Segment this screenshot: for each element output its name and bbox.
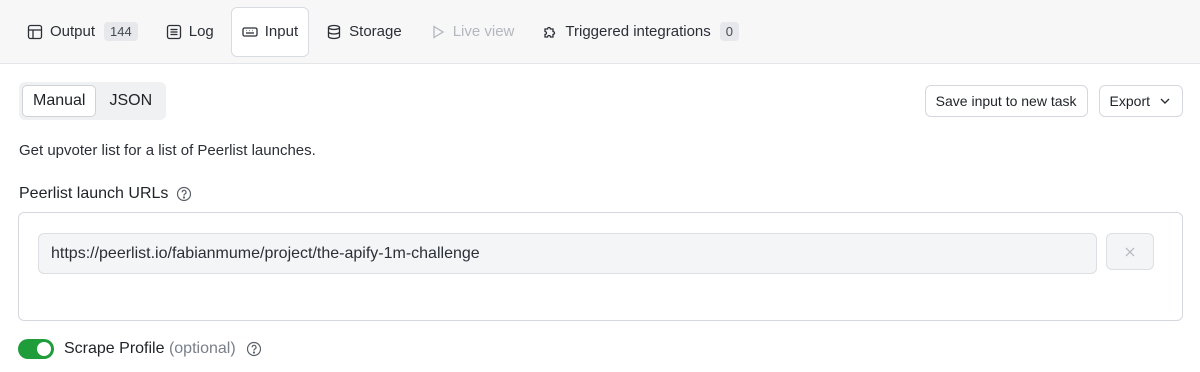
keyboard-icon (242, 26, 258, 37)
input-toolbar: Manual JSON Save input to new task Expor… (19, 82, 1183, 120)
list-icon (166, 24, 181, 39)
tab-storage-label: Storage (349, 23, 402, 40)
export-label: Export (1109, 93, 1150, 109)
puzzle-icon (544, 26, 556, 38)
integrations-count-badge: 0 (719, 22, 739, 41)
urls-field-label-text: Peerlist launch URLs (19, 185, 169, 202)
export-button[interactable]: Export (1098, 85, 1183, 117)
help-icon[interactable] (246, 341, 262, 357)
tab-input[interactable]: Input (230, 6, 310, 57)
actor-description: Get upvoter list for a list of Peerlist … (19, 142, 316, 159)
tab-storage[interactable]: Storage (315, 13, 413, 51)
tab-triggered-integrations[interactable]: Triggered integrations 0 (531, 13, 750, 51)
tab-bar: Output 144 Log Input Storage Live view T… (0, 0, 1200, 64)
urls-field-label: Peerlist launch URLs (19, 185, 192, 203)
url-input[interactable]: https://peerlist.io/fabianmume/project/t… (38, 233, 1097, 274)
close-icon (1125, 247, 1135, 256)
toggle-knob (37, 342, 51, 356)
tab-log-label: Log (188, 23, 214, 40)
toolbar-actions: Save input to new task Export (924, 85, 1183, 117)
url-input-value: https://peerlist.io/fabianmume/project/t… (51, 244, 480, 262)
scrape-profile-label: Scrape Profile (optional) (64, 340, 236, 358)
chevron-down-icon (1160, 98, 1170, 104)
scrape-profile-label-text: Scrape Profile (64, 340, 165, 357)
save-input-button[interactable]: Save input to new task (924, 85, 1088, 117)
scrape-profile-row: Scrape Profile (optional) (18, 339, 262, 359)
play-icon (433, 24, 444, 39)
tab-triggered-integrations-label: Triggered integrations (565, 23, 711, 40)
save-input-label: Save input to new task (935, 93, 1077, 109)
tab-log[interactable]: Log (155, 13, 225, 51)
remove-url-button[interactable] (1106, 233, 1154, 270)
help-icon[interactable] (176, 186, 192, 202)
table-icon (27, 24, 43, 39)
tab-input-label: Input (264, 23, 299, 40)
mode-json-button[interactable]: JSON (98, 85, 163, 117)
optional-label: (optional) (168, 340, 236, 357)
database-icon (327, 24, 341, 39)
tab-output-label: Output (50, 23, 96, 40)
input-mode-switch: Manual JSON (19, 82, 167, 120)
mode-manual-button[interactable]: Manual (22, 85, 97, 117)
output-count-badge: 144 (104, 22, 138, 41)
tab-output[interactable]: Output 144 (16, 13, 149, 51)
scrape-profile-toggle[interactable] (18, 339, 54, 359)
urls-list-box: https://peerlist.io/fabianmume/project/t… (18, 212, 1183, 321)
tab-live-view[interactable]: Live view (419, 13, 526, 51)
tab-live-view-label: Live view (452, 23, 515, 40)
